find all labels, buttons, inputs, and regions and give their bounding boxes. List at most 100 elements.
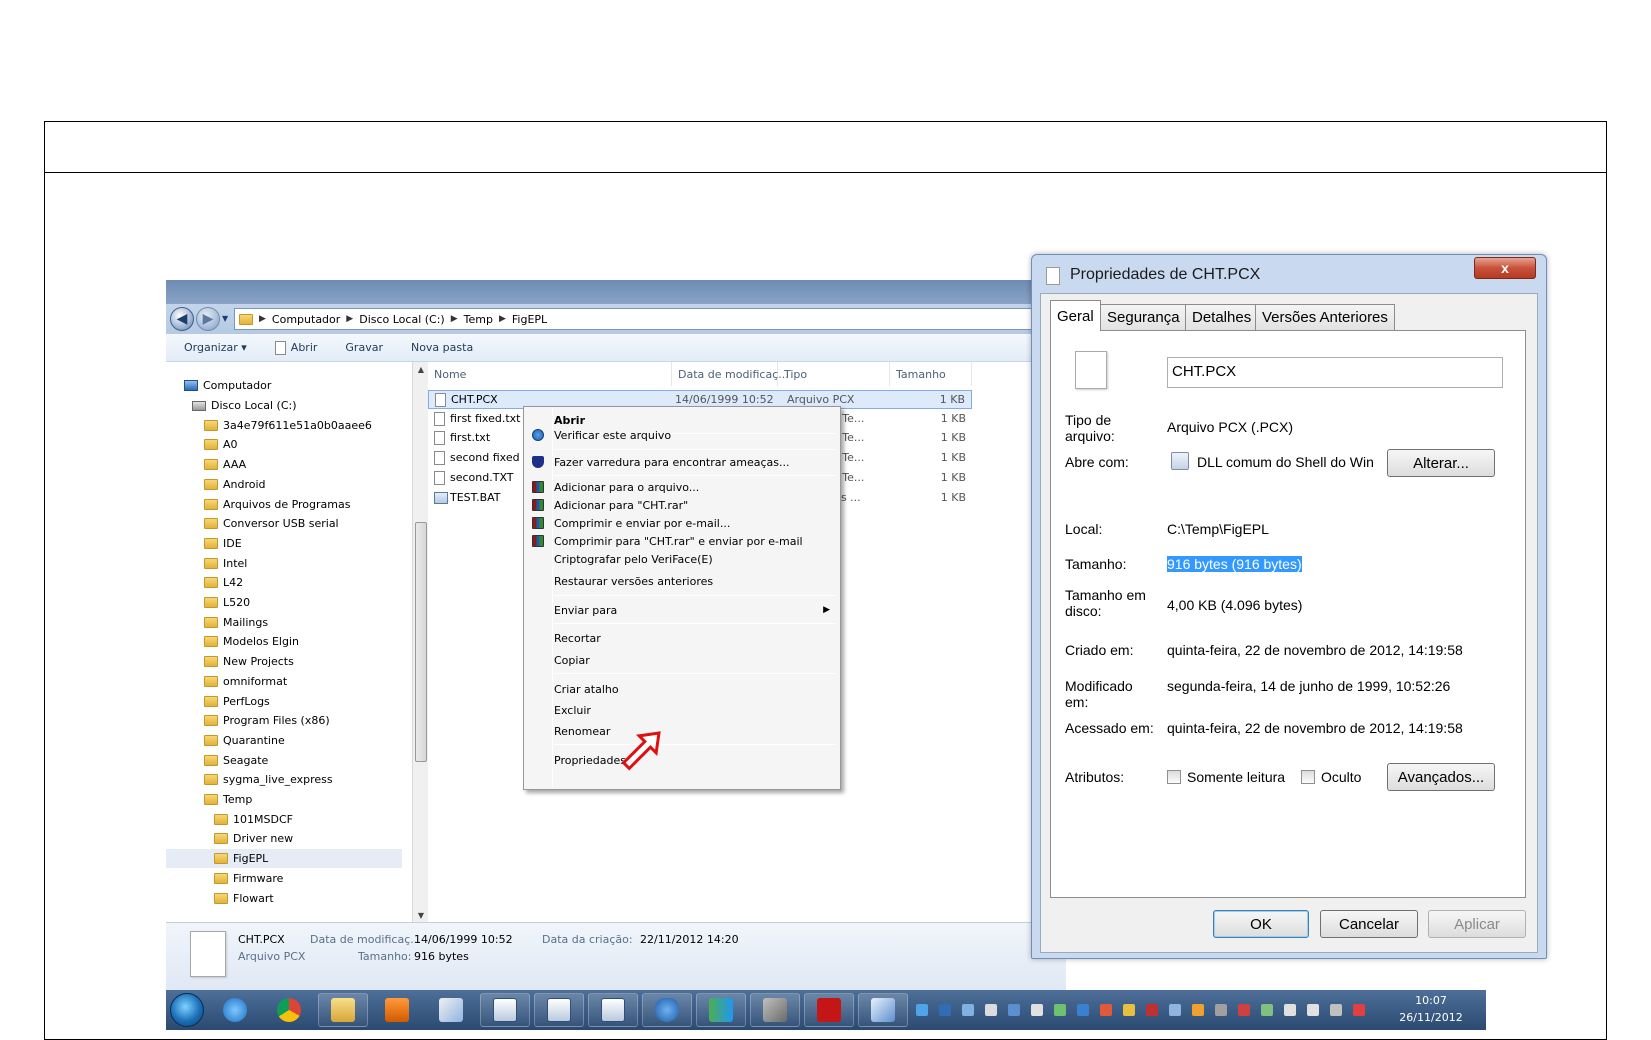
organize-button[interactable]: Organizar ▾	[184, 341, 247, 354]
tray-icon[interactable]	[1215, 1004, 1227, 1016]
change-button[interactable]: Alterar...	[1387, 449, 1495, 477]
tab-security[interactable]: Segurança	[1100, 304, 1187, 330]
chevron-right-icon[interactable]: ▶	[259, 314, 266, 324]
tray-icon[interactable]	[1100, 1004, 1112, 1016]
tree-item[interactable]: Quarantine	[204, 731, 285, 750]
tree-item[interactable]: PerfLogs	[204, 692, 270, 711]
hidden-checkbox[interactable]	[1301, 770, 1315, 784]
taskbar-app[interactable]	[858, 993, 908, 1027]
column-size[interactable]: Tamanho	[890, 362, 972, 386]
tree-item[interactable]: Program Files (x86)	[204, 711, 330, 730]
chevron-right-icon[interactable]: ▶	[499, 314, 506, 324]
filename-input[interactable]: CHT.PCX	[1167, 357, 1503, 388]
tree-item[interactable]: Firmware	[214, 869, 283, 888]
taskbar-acrobat[interactable]	[804, 993, 854, 1027]
forward-button[interactable]: ▶	[196, 307, 220, 331]
column-date[interactable]: Data de modificaç...	[672, 362, 789, 386]
menu-open[interactable]: Abrir	[554, 414, 585, 427]
nav-scrollbar[interactable]: ▲ ▼	[412, 362, 428, 922]
tray-icon[interactable]	[1054, 1004, 1066, 1016]
tree-item[interactable]: Flowart	[214, 889, 274, 908]
apply-button[interactable]: Aplicar	[1428, 910, 1526, 938]
menu-send-to[interactable]: Enviar para	[554, 604, 617, 617]
tab-details[interactable]: Detalhes	[1185, 304, 1259, 330]
address-bar[interactable]: ▶ Computador ▶ Disco Local (C:) ▶ Temp ▶…	[234, 308, 1066, 330]
tree-item[interactable]: AAA	[204, 455, 246, 474]
tree-item[interactable]: Conversor USB serial	[204, 514, 339, 533]
taskbar-messenger[interactable]	[696, 993, 746, 1027]
tray-icon[interactable]	[1146, 1004, 1158, 1016]
hidden-label[interactable]: Oculto	[1321, 769, 1361, 785]
scroll-down-icon[interactable]: ▼	[413, 908, 429, 922]
tree-item[interactable]: Seagate	[204, 751, 268, 770]
tree-item[interactable]: Arquivos de Programas	[204, 495, 350, 514]
menu-rename[interactable]: Renomear	[554, 725, 610, 738]
taskbar-window-3[interactable]	[588, 993, 638, 1027]
breadcrumb-figepl[interactable]: FigEPL	[512, 313, 547, 326]
tray-icon[interactable]	[1261, 1004, 1273, 1016]
tray-icon[interactable]	[1169, 1004, 1181, 1016]
tree-item[interactable]: A0	[204, 435, 238, 454]
tray-icon[interactable]	[1330, 1004, 1342, 1016]
advanced-button[interactable]: Avançados...	[1387, 763, 1495, 791]
cancel-button[interactable]: Cancelar	[1320, 910, 1418, 938]
taskbar-security[interactable]	[642, 993, 692, 1027]
tray-icon[interactable]	[1192, 1004, 1204, 1016]
breadcrumb-disk[interactable]: Disco Local (C:)	[359, 313, 445, 326]
scroll-up-icon[interactable]: ▲	[413, 362, 429, 376]
tray-icon[interactable]	[916, 1004, 928, 1016]
tree-item[interactable]: Intel	[204, 554, 247, 573]
tree-item[interactable]: omniformat	[204, 672, 287, 691]
menu-copy[interactable]: Copiar	[554, 654, 590, 667]
tab-previous-versions[interactable]: Versões Anteriores	[1255, 304, 1395, 330]
tree-item[interactable]: FigEPL	[166, 849, 402, 869]
tree-item[interactable]: Computador	[184, 376, 271, 395]
tray-icon[interactable]	[1238, 1004, 1250, 1016]
tray-icon[interactable]	[1284, 1004, 1296, 1016]
back-button[interactable]: ◀	[170, 307, 194, 331]
readonly-checkbox[interactable]	[1167, 770, 1181, 784]
tree-item[interactable]: 3a4e79f611e51a0b0aaee6	[204, 416, 372, 435]
tab-general[interactable]: Geral	[1050, 300, 1101, 331]
breadcrumb-computer[interactable]: Computador	[272, 313, 340, 326]
tree-item[interactable]: New Projects	[204, 652, 294, 671]
taskbar-chrome[interactable]	[264, 993, 314, 1027]
tree-item[interactable]: Temp	[204, 790, 252, 809]
column-type[interactable]: Tipo	[778, 362, 890, 386]
open-button[interactable]: Abrir	[274, 340, 317, 355]
menu-encrypt[interactable]: Criptografar pelo VeriFace(E)	[554, 553, 713, 566]
tray-icon[interactable]	[962, 1004, 974, 1016]
tree-item[interactable]: Mailings	[204, 613, 268, 632]
tray-icon[interactable]	[985, 1004, 997, 1016]
tray-icon[interactable]	[1307, 1004, 1319, 1016]
taskbar-window-1[interactable]	[480, 993, 530, 1027]
taskbar-media[interactable]	[372, 993, 422, 1027]
menu-scan[interactable]: Verificar este arquivo	[554, 429, 671, 442]
tray-icon[interactable]	[1008, 1004, 1020, 1016]
tree-item[interactable]: L42	[204, 573, 243, 592]
taskbar-window-2[interactable]	[534, 993, 584, 1027]
menu-cut[interactable]: Recortar	[554, 632, 601, 645]
readonly-label[interactable]: Somente leitura	[1187, 769, 1285, 785]
tree-item[interactable]: sygma_live_express	[204, 770, 333, 789]
tree-item[interactable]: Driver new	[214, 829, 293, 848]
tray-icon[interactable]	[939, 1004, 951, 1016]
close-button[interactable]: x	[1474, 257, 1536, 279]
start-button[interactable]	[170, 993, 204, 1027]
clock[interactable]: 10:07 26/11/2012	[1396, 992, 1466, 1026]
column-name[interactable]: Nome	[428, 362, 672, 386]
history-dropdown-icon[interactable]: ▼	[222, 314, 228, 323]
tray-icon[interactable]	[1123, 1004, 1135, 1016]
chevron-right-icon[interactable]: ▶	[346, 314, 353, 324]
menu-compress-rar-email[interactable]: Comprimir para "CHT.rar" e enviar por e-…	[554, 535, 803, 548]
tree-item[interactable]: IDE	[204, 534, 242, 553]
ok-button[interactable]: OK	[1213, 910, 1309, 938]
menu-delete[interactable]: Excluir	[554, 704, 591, 717]
taskbar-explorer[interactable]	[318, 993, 368, 1027]
new-folder-button[interactable]: Nova pasta	[411, 341, 473, 354]
menu-shortcut[interactable]: Criar atalho	[554, 683, 619, 696]
tray-icon[interactable]	[1353, 1004, 1365, 1016]
tray-icon[interactable]	[1031, 1004, 1043, 1016]
taskbar-tools[interactable]	[750, 993, 800, 1027]
burn-button[interactable]: Gravar	[345, 341, 383, 354]
